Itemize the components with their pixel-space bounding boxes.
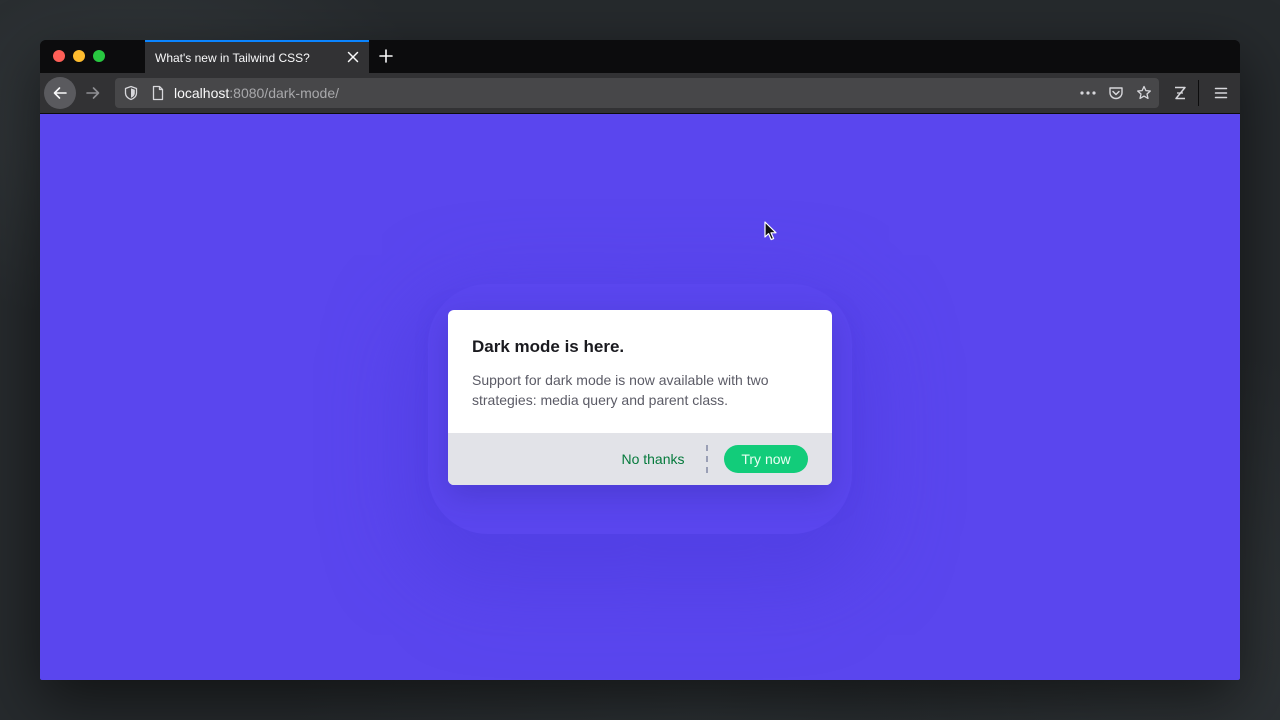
zotero-z-icon[interactable]: [1172, 85, 1188, 101]
modal-footer: No thanks Try now: [448, 433, 832, 485]
forward-arrow-icon: [86, 87, 100, 99]
toolbar-separator: [1198, 80, 1199, 106]
footer-divider: [706, 445, 708, 473]
url-text[interactable]: localhost:8080/dark-mode/: [174, 85, 339, 101]
url-bar[interactable]: localhost:8080/dark-mode/: [115, 78, 1159, 108]
mouse-cursor-icon: [764, 221, 778, 241]
navigation-bar: localhost:8080/dark-mode/: [40, 73, 1240, 114]
announcement-modal: Dark mode is here. Support for dark mode…: [448, 310, 832, 485]
zoom-window-icon[interactable]: [93, 50, 105, 62]
url-path: :8080/dark-mode/: [229, 85, 339, 101]
no-thanks-button[interactable]: No thanks: [612, 446, 694, 472]
modal-title: Dark mode is here.: [472, 337, 625, 356]
new-tab-plus-icon[interactable]: [378, 48, 394, 64]
browser-window: What's new in Tailwind CSS? localhost:80…: [40, 40, 1240, 680]
url-host: localhost: [174, 85, 230, 101]
try-now-button[interactable]: Try now: [724, 445, 808, 473]
more-dots-icon[interactable]: [1079, 85, 1096, 101]
forward-button[interactable]: [77, 77, 109, 109]
browser-tab-active[interactable]: What's new in Tailwind CSS?: [145, 40, 369, 73]
shield-icon[interactable]: [123, 85, 139, 106]
hamburger-menu-icon[interactable]: [1213, 85, 1229, 101]
back-arrow-icon: [53, 87, 67, 99]
close-icon[interactable]: [345, 49, 361, 65]
close-window-icon[interactable]: [53, 50, 65, 62]
page-icon: [150, 85, 166, 106]
back-button[interactable]: [44, 77, 76, 109]
star-bookmark-icon[interactable]: [1136, 85, 1152, 101]
modal-description: Support for dark mode is now available w…: [472, 372, 769, 408]
tab-strip: What's new in Tailwind CSS?: [40, 40, 1240, 73]
minimize-window-icon[interactable]: [73, 50, 85, 62]
pocket-icon[interactable]: [1108, 85, 1124, 101]
tab-title: What's new in Tailwind CSS?: [155, 51, 310, 65]
page-content: Dark mode is here. Support for dark mode…: [40, 114, 1240, 680]
